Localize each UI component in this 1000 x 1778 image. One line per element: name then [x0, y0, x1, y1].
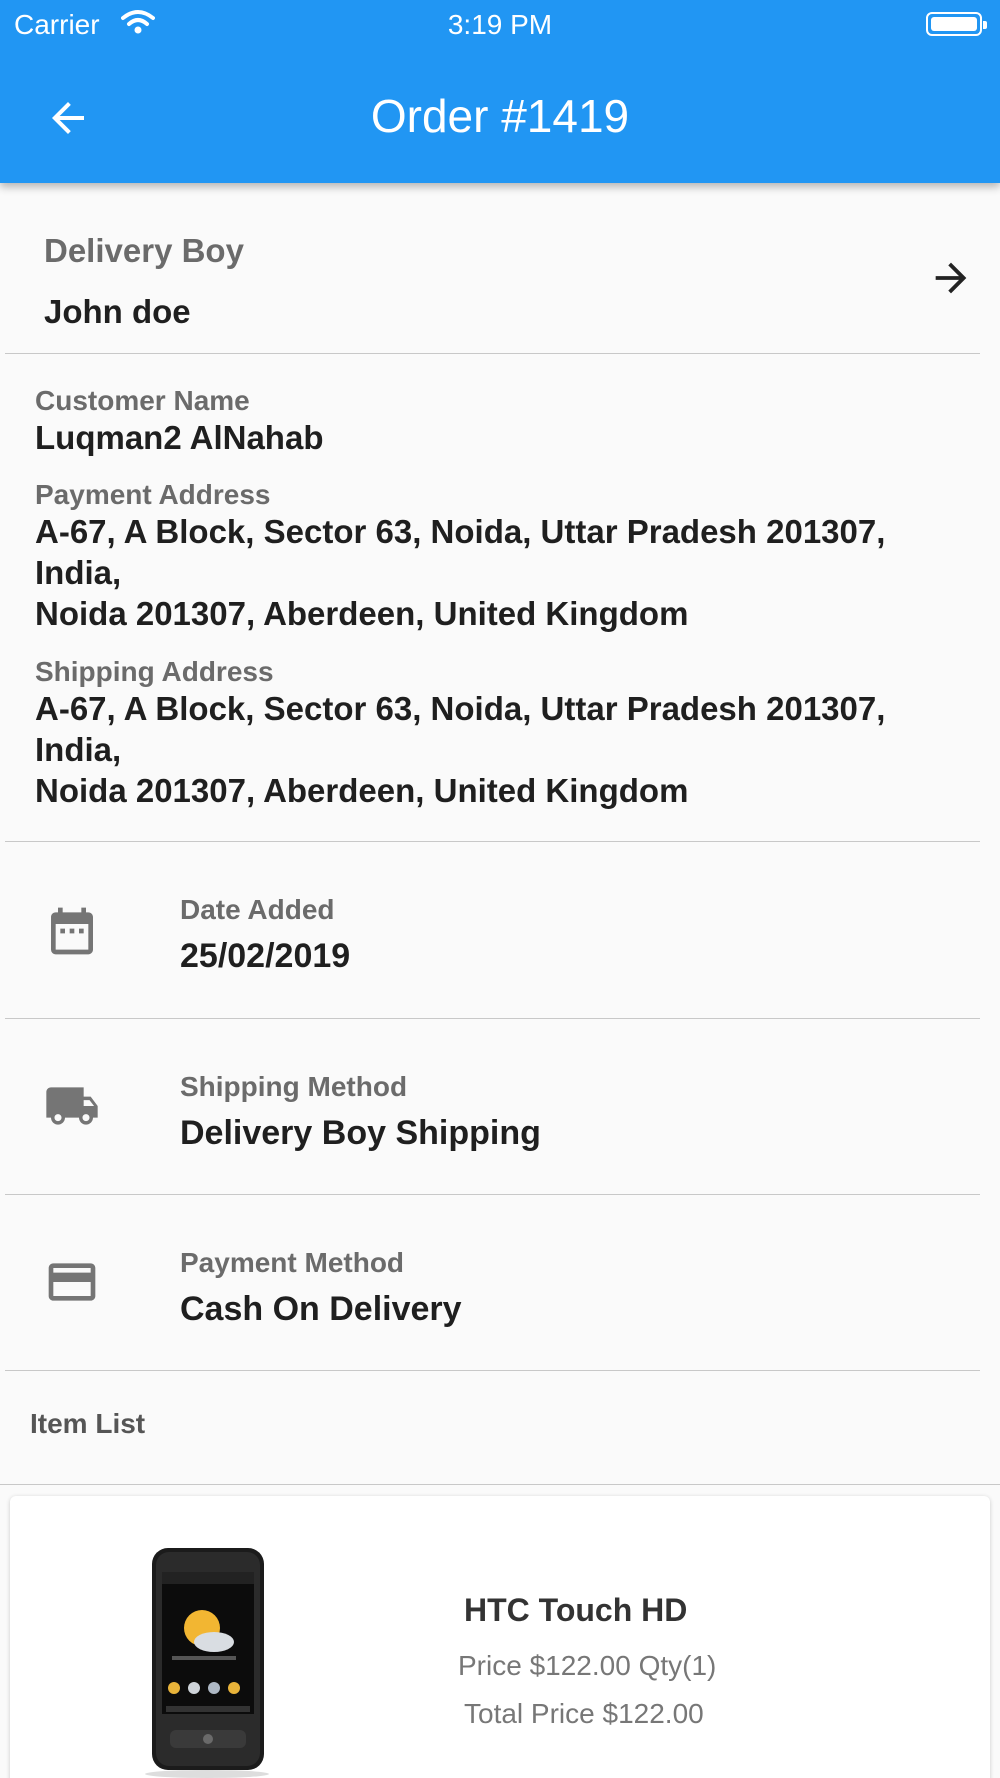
- status-time: 3:19 PM: [447, 9, 553, 40]
- status-bar: Carrier 3:19 PM: [0, 0, 1000, 50]
- shipping-method-value: Delivery Boy Shipping: [180, 1114, 541, 1152]
- product-image: [145, 1548, 269, 1778]
- divider: [0, 1484, 1000, 1485]
- truck-icon: [46, 1087, 98, 1125]
- date-added-value: 25/02/2019: [180, 937, 351, 975]
- delivery-boy-name: John doe: [44, 293, 191, 330]
- page-title: Order #1419: [370, 90, 630, 142]
- product-total: Total Price $122.00: [464, 1698, 704, 1729]
- date-added-label: Date Added: [180, 894, 335, 925]
- item-list-heading: Item List: [30, 1408, 146, 1439]
- shipping-address: A-67, A Block, Sector 63, Noida, Uttar P…: [35, 690, 886, 809]
- credit-card-icon: [48, 1263, 96, 1301]
- divider: [5, 841, 980, 842]
- payment-method-label: Payment Method: [180, 1247, 405, 1278]
- payment-address-label: Payment Address: [35, 479, 271, 510]
- customer-name-label: Customer Name: [35, 385, 250, 416]
- battery-icon: [926, 12, 987, 36]
- divider: [5, 1370, 980, 1371]
- payment-method-value: Cash On Delivery: [180, 1290, 462, 1328]
- shipping-address-label: Shipping Address: [35, 656, 274, 687]
- arrow-forward-icon[interactable]: [928, 255, 974, 301]
- delivery-boy-label: Delivery Boy: [44, 232, 244, 269]
- product-price: Price $122.00 Qty(1): [458, 1650, 717, 1681]
- shipping-method-label: Shipping Method: [180, 1071, 408, 1102]
- product-name: HTC Touch HD: [464, 1592, 688, 1628]
- customer-name: Luqman2 AlNahab: [35, 419, 324, 456]
- divider: [5, 1018, 980, 1019]
- calendar-icon: [51, 907, 93, 955]
- divider: [5, 1194, 980, 1195]
- app-bar: Carrier 3:19 PM Order #1419: [0, 0, 1000, 183]
- divider: [5, 353, 980, 354]
- payment-address: A-67, A Block, Sector 63, Noida, Uttar P…: [35, 513, 886, 632]
